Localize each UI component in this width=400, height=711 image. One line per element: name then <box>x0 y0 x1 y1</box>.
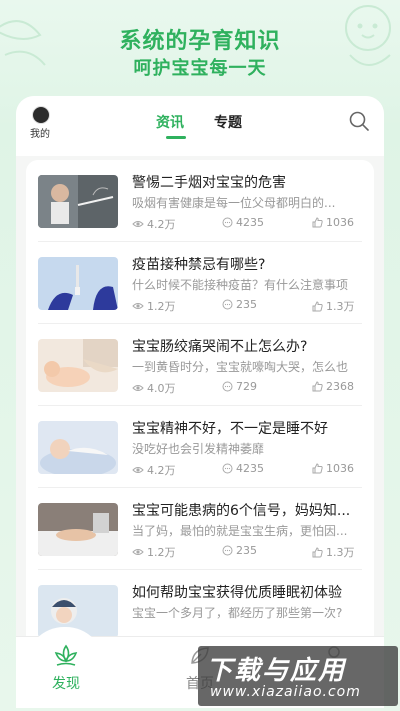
my-profile-label[interactable]: 我的 <box>30 125 50 140</box>
article-title: 警惕二手烟对宝宝的危害 <box>132 175 286 191</box>
comment-icon <box>222 217 233 228</box>
top-bar: 我的 资讯 专题 <box>16 96 384 156</box>
article-thumbnail <box>38 503 118 556</box>
article-title: 疫苗接种禁忌有哪些? <box>132 257 266 273</box>
decorative-mascot <box>345 5 391 66</box>
like-count[interactable]: 1.3万 <box>312 298 355 314</box>
tab-news[interactable]: 资讯 <box>156 112 184 132</box>
article-item[interactable]: 宝宝可能患病的6个信号，妈妈知... 当了妈，最怕的就是宝宝生病，更怕因... … <box>26 488 374 570</box>
comment-icon <box>222 299 233 310</box>
article-thumbnail <box>38 421 118 474</box>
eye-icon <box>132 467 144 473</box>
view-count: 4.0万 <box>132 380 176 396</box>
view-count: 1.2万 <box>132 544 176 560</box>
watermark-logo: 下载与应用 www.xiazaiiao.com <box>198 646 398 706</box>
lotus-icon <box>54 644 78 666</box>
thumbs-up-icon <box>312 381 323 392</box>
comment-count: 4235 <box>222 462 264 475</box>
like-count[interactable]: 1036 <box>312 216 354 229</box>
hero-banner: 系统的孕育知识 呵护宝宝每一天 <box>0 0 400 100</box>
article-summary: 当了妈，最怕的就是宝宝生病，更怕因... <box>132 524 348 538</box>
eye-icon <box>132 385 144 391</box>
article-list: 警惕二手烟对宝宝的危害 吸烟有害健康是每一位父母都明白的... 4.2万 423… <box>26 160 374 670</box>
eye-icon <box>132 549 144 555</box>
like-count[interactable]: 2368 <box>312 380 354 393</box>
comment-count: 235 <box>222 544 257 557</box>
thumbs-up-icon <box>312 463 323 474</box>
article-item[interactable]: 宝宝肠绞痛哭闹不止怎么办? 一到黄昏时分，宝宝就嚎啕大哭，怎么也 4.0万 72… <box>26 324 374 406</box>
comment-count: 235 <box>222 298 257 311</box>
article-title: 如何帮助宝宝获得优质睡眠初体验 <box>132 585 342 601</box>
comment-icon <box>222 545 233 556</box>
thumbs-up-icon <box>312 546 323 557</box>
nav-discover[interactable]: 发现 <box>26 643 106 693</box>
search-icon[interactable] <box>348 110 370 132</box>
eye-icon <box>132 221 144 227</box>
article-item[interactable]: 疫苗接种禁忌有哪些? 什么时候不能接种疫苗？有什么注意事项 1.2万 235 1… <box>26 242 374 324</box>
article-item[interactable]: 警惕二手烟对宝宝的危害 吸烟有害健康是每一位父母都明白的... 4.2万 423… <box>26 160 374 242</box>
article-thumbnail <box>38 257 118 310</box>
article-title: 宝宝肠绞痛哭闹不止怎么办? <box>132 339 308 355</box>
view-count: 4.2万 <box>132 462 176 478</box>
article-summary: 吸烟有害健康是每一位父母都明白的... <box>132 196 336 210</box>
article-summary: 没吃好也会引发精神萎靡 <box>132 442 265 456</box>
content-card: 我的 资讯 专题 警惕二手烟对宝宝的危害 吸烟有害健康是每一位父母都明白的...… <box>16 96 384 708</box>
eye-icon <box>132 303 144 309</box>
tab-topics[interactable]: 专题 <box>214 112 242 132</box>
article-item[interactable]: 宝宝精神不好，不一定是睡不好 没吃好也会引发精神萎靡 4.2万 4235 103… <box>26 406 374 488</box>
article-thumbnail <box>38 339 118 392</box>
article-summary: 什么时候不能接种疫苗？有什么注意事项 <box>132 278 349 292</box>
watermark-url: www.xiazaiiao.com <box>210 684 361 700</box>
article-summary: 一到黄昏时分，宝宝就嚎啕大哭，怎么也 <box>132 360 349 374</box>
comment-count: 729 <box>222 380 257 393</box>
watermark-text: 下载与应用 <box>206 656 347 686</box>
article-thumbnail <box>38 175 118 228</box>
view-count: 1.2万 <box>132 298 176 314</box>
article-title: 宝宝可能患病的6个信号，妈妈知... <box>132 503 351 519</box>
nav-discover-label: 发现 <box>52 676 80 692</box>
like-count[interactable]: 1.3万 <box>312 544 355 560</box>
like-count[interactable]: 1036 <box>312 462 354 475</box>
article-title: 宝宝精神不好，不一定是睡不好 <box>132 421 328 437</box>
comment-icon <box>222 381 233 392</box>
avatar[interactable] <box>32 106 50 124</box>
article-summary: 宝宝一个多月了，都经历了那些第一次? <box>132 606 343 620</box>
comment-icon <box>222 463 233 474</box>
thumbs-up-icon <box>312 300 323 311</box>
view-count: 4.2万 <box>132 216 176 232</box>
thumbs-up-icon <box>312 217 323 228</box>
comment-count: 4235 <box>222 216 264 229</box>
tab-active-indicator <box>166 136 186 139</box>
